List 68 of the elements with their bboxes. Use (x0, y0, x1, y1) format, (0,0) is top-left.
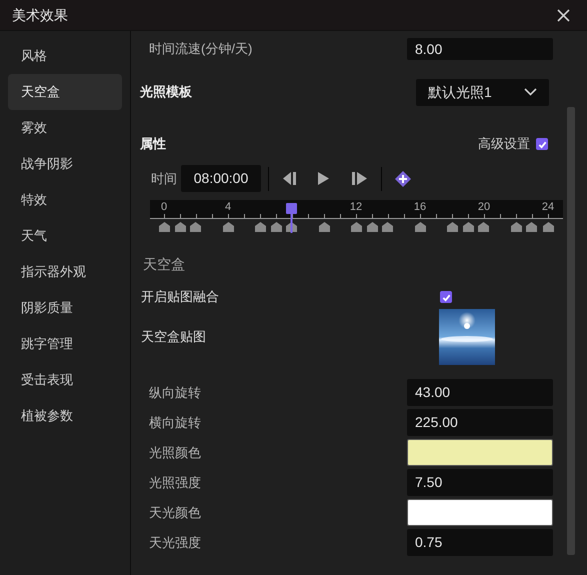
sidebar-item[interactable]: 雾效 (8, 110, 122, 146)
sidebar-item[interactable]: 受击表现 (8, 362, 122, 398)
keyframe-marker[interactable] (158, 222, 170, 232)
keyframe-marker[interactable] (478, 222, 490, 232)
input-field[interactable]: 8.00 (407, 38, 553, 60)
keyframe-marker[interactable] (510, 222, 522, 232)
tick-label: 12 (350, 201, 362, 213)
step-back-icon[interactable] (283, 172, 298, 185)
keyframe-marker[interactable] (318, 222, 330, 232)
section-label: 属性 (140, 135, 166, 154)
sidebar-item[interactable]: 阴影质量 (8, 290, 122, 326)
window-title: 美术效果 (12, 6, 68, 24)
field-label: 天光颜色 (148, 504, 202, 522)
field-label: 横向旋转 (148, 414, 202, 432)
input-field[interactable]: 225.00 (407, 409, 553, 436)
time-field[interactable]: 08:00:00 (181, 165, 261, 192)
keyframe-marker[interactable] (174, 222, 186, 232)
checkbox[interactable] (440, 291, 452, 303)
field-label: 纵向旋转 (148, 384, 202, 402)
keyframe-marker[interactable] (462, 222, 474, 232)
tick-label: 16 (414, 201, 426, 213)
close-icon[interactable] (557, 8, 570, 22)
checkbox-label: 高级设置 (478, 135, 530, 154)
keyframe-marker[interactable] (366, 222, 378, 232)
step-forward-icon[interactable] (352, 172, 367, 185)
tick-label: 20 (478, 201, 490, 213)
sidebar-item[interactable]: 跳字管理 (8, 326, 122, 362)
field-label: 时间 (151, 170, 178, 188)
field-label: 光照颜色 (148, 444, 202, 462)
scrollbar[interactable] (567, 107, 575, 555)
field-label: 天空盒贴图 (140, 328, 207, 346)
sidebar-item[interactable]: 战争阴影 (8, 146, 122, 182)
section-label: 光照模板 (140, 83, 193, 102)
sidebar-item[interactable]: 特效 (8, 182, 122, 218)
keyframe-marker[interactable] (254, 222, 266, 232)
input-field[interactable]: 43.00 (407, 379, 553, 406)
sidebar-item[interactable]: 植被参数 (8, 398, 122, 434)
play-icon[interactable] (318, 172, 329, 185)
dropdown[interactable]: 默认光照1 (416, 78, 549, 106)
field-label: 光照强度 (148, 474, 202, 492)
tick-label: 24 (542, 201, 554, 213)
input-field[interactable]: 7.50 (407, 469, 553, 496)
keyframe-marker[interactable] (382, 222, 394, 232)
tick-label: 0 (160, 201, 168, 213)
field-label: 时间流速(分钟/天) (148, 40, 254, 58)
sidebar-item[interactable]: 指示器外观 (8, 254, 122, 290)
field-label: 天光强度 (148, 534, 202, 552)
chevron-down-icon (524, 88, 537, 96)
keyframe-marker[interactable] (270, 222, 282, 232)
keyframe-marker[interactable] (414, 222, 426, 232)
field-label: 开启贴图融合 (140, 288, 220, 306)
add-keyframe-icon[interactable] (395, 170, 411, 186)
keyframe-marker[interactable] (190, 222, 202, 232)
sidebar-item[interactable]: 天气 (8, 218, 122, 254)
tick-label: 4 (224, 201, 232, 213)
color-swatch[interactable] (407, 439, 553, 466)
checkbox[interactable] (536, 138, 548, 150)
keyframe-marker[interactable] (350, 222, 362, 232)
keyframe-marker[interactable] (526, 222, 538, 232)
keyframe-marker[interactable] (542, 222, 554, 232)
input-field[interactable]: 0.75 (407, 529, 553, 556)
section-heading: 天空盒 (143, 255, 186, 274)
color-swatch[interactable] (407, 499, 553, 526)
keyframe-marker[interactable] (222, 222, 234, 232)
keyframe-marker[interactable] (446, 222, 458, 232)
sidebar-item[interactable]: 天空盒 (8, 74, 122, 110)
sidebar-item[interactable]: 风格 (8, 38, 122, 74)
playhead[interactable] (286, 203, 298, 233)
